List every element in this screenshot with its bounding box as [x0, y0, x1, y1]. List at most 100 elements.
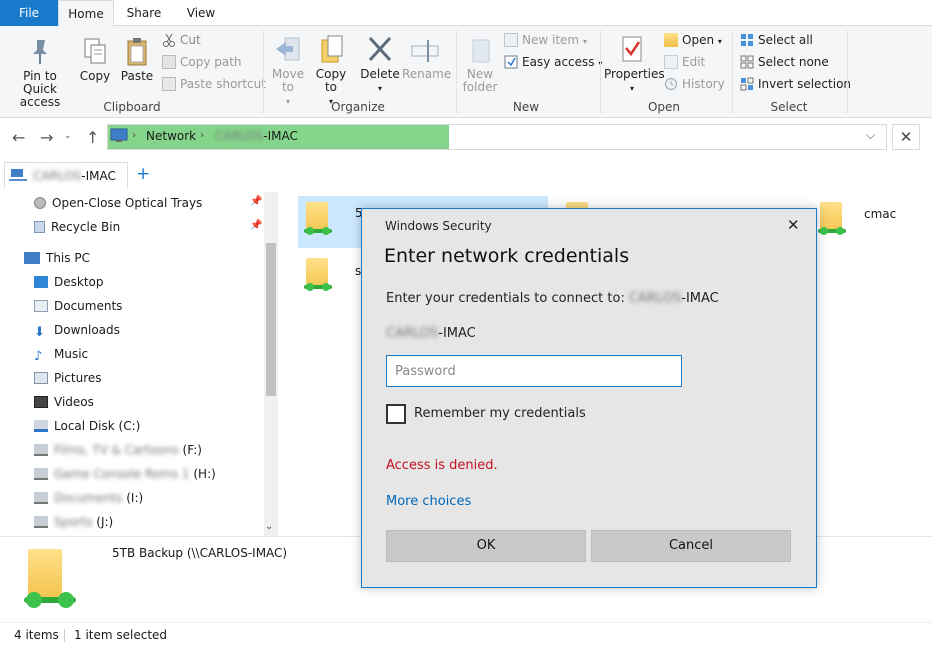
recent-locations-chevron-icon[interactable]: ⌄ [64, 131, 72, 141]
location-tab-label: CARLOS-IMAC [33, 169, 116, 183]
delete-button[interactable]: Delete ▾ [360, 34, 400, 95]
rename-icon [410, 34, 440, 66]
music-note-icon: ♪ [34, 349, 43, 364]
pin-icon[interactable]: 📌 [250, 196, 262, 207]
address-dropdown-chevron-icon[interactable]: ⌵ [866, 128, 875, 143]
dialog-username: CARLOS-IMAC [386, 326, 476, 341]
drive-icon [34, 444, 48, 456]
ribbon-divider [732, 30, 733, 114]
error-message: Access is denied. [386, 458, 498, 473]
dropdown-arrow-icon: ▾ [582, 37, 587, 46]
cut-button[interactable]: Cut [162, 30, 201, 50]
nav-item-label: Music [54, 347, 89, 361]
drive-icon [34, 516, 48, 528]
nav-item-pictures[interactable]: Pictures [34, 366, 102, 390]
selection-count: 1 item selected [74, 628, 168, 642]
open-button[interactable]: Open ▾ [664, 30, 722, 50]
edit-button[interactable]: Edit [664, 52, 705, 72]
nav-item-local-disk[interactable]: Local Disk (C:) [34, 414, 140, 438]
pictures-icon [34, 372, 48, 384]
dropdown-arrow-icon: ▾ [377, 84, 382, 93]
paste-shortcut-button[interactable]: Paste shortcut [162, 74, 266, 94]
film-icon [34, 396, 48, 408]
easy-access-button[interactable]: Easy access ▾ [504, 52, 602, 72]
nav-item-label: Desktop [54, 275, 104, 289]
copy-path-button[interactable]: Copy path [162, 52, 242, 72]
location-tab[interactable]: CARLOS-IMAC [4, 162, 128, 188]
tab-view[interactable]: View [176, 0, 226, 26]
nav-item-drive-h[interactable]: Game Console Roms 1 (H:) [34, 462, 216, 486]
nav-item-recycle-bin[interactable]: Recycle Bin [34, 215, 120, 239]
ribbon: Pin to Quick access Copy Paste Cut Copy … [0, 26, 932, 118]
network-folder-icon[interactable] [302, 256, 334, 300]
forward-arrow-icon[interactable]: → [40, 128, 53, 147]
invert-selection-button[interactable]: Invert selection [740, 74, 851, 94]
computer-icon [24, 252, 40, 264]
pin-quick-access-button[interactable]: Pin to Quick access [6, 36, 74, 109]
breadcrumb-host[interactable]: CARLOS-IMAC [215, 129, 298, 143]
select-all-button[interactable]: Select all [740, 30, 813, 50]
nav-item-music[interactable]: ♪ Music [34, 342, 88, 366]
dropdown-arrow-icon: ▾ [285, 97, 290, 106]
select-none-button[interactable]: Select none [740, 52, 829, 72]
network-folder-icon[interactable] [816, 200, 848, 244]
nav-item-downloads[interactable]: ⬇ Downloads [34, 318, 120, 342]
windows-drive-icon [34, 420, 48, 432]
nav-item-desktop[interactable]: Desktop [34, 270, 104, 294]
rename-button[interactable]: Rename [402, 34, 451, 81]
open-folder-icon [664, 33, 678, 47]
select-none-icon [740, 55, 754, 69]
ok-button[interactable]: OK [386, 530, 586, 562]
back-arrow-icon[interactable]: ← [12, 128, 25, 147]
remember-credentials-checkbox[interactable] [386, 404, 406, 424]
dialog-heading: Enter network credentials [384, 245, 630, 267]
move-to-button[interactable]: Move to ▾ [270, 34, 306, 108]
nav-item-videos[interactable]: Videos [34, 390, 94, 414]
up-arrow-icon[interactable]: ↑ [86, 128, 99, 147]
ribbon-tabs: File Home Share View [0, 0, 932, 27]
scrollbar-thumb[interactable] [266, 243, 276, 396]
easy-access-label: Easy access [522, 55, 595, 69]
network-folder-icon [22, 545, 78, 617]
edit-label: Edit [682, 55, 706, 69]
paste-button[interactable]: Paste [118, 36, 156, 83]
properties-button[interactable]: Properties ▾ [604, 34, 665, 95]
copy-button[interactable]: Copy [78, 36, 112, 83]
tab-home[interactable]: Home [58, 0, 114, 27]
add-tab-button[interactable]: + [136, 164, 150, 184]
history-button[interactable]: History [664, 74, 725, 94]
pin-icon[interactable]: 📌 [250, 220, 262, 231]
nav-item-optical-trays[interactable]: Open-Close Optical Trays [34, 191, 202, 215]
close-icon[interactable]: ✕ [787, 216, 800, 234]
tab-file[interactable]: File [0, 0, 58, 26]
close-icon[interactable]: ✕ [892, 124, 920, 150]
nav-item-label: Pictures [54, 371, 102, 385]
new-folder-button[interactable]: New folder [460, 34, 500, 94]
drive-letter: (F:) [182, 443, 202, 457]
drive-letter: (J:) [96, 515, 114, 529]
new-item-label: New item [522, 33, 580, 47]
nav-item-this-pc[interactable]: This PC [24, 246, 90, 270]
copy-to-button[interactable]: Copy to ▾ [312, 34, 350, 108]
nav-item-drive-f[interactable]: Films, TV & Cartoons (F:) [34, 438, 202, 462]
tab-share[interactable]: Share [118, 0, 170, 26]
open-group-label: Open [647, 100, 681, 114]
password-field[interactable] [386, 355, 682, 387]
optical-disc-icon [34, 197, 46, 209]
network-folder-icon[interactable] [302, 200, 334, 244]
host-suffix: -IMAC [81, 169, 116, 183]
nav-item-drive-j[interactable]: Sports (J:) [34, 510, 113, 534]
clipboard-group-label: Clipboard [103, 100, 161, 114]
history-clock-icon [664, 77, 678, 91]
cancel-button[interactable]: Cancel [591, 530, 791, 562]
scroll-down-arrow-icon[interactable]: ⌄ [265, 521, 273, 532]
nav-item-documents[interactable]: Documents [34, 294, 122, 318]
new-item-button[interactable]: New item ▾ [504, 30, 587, 50]
content-item-label[interactable]: cmac [864, 207, 896, 221]
scissors-icon [162, 33, 176, 47]
status-divider [64, 629, 65, 642]
nav-item-drive-i[interactable]: Documents (I:) [34, 486, 143, 510]
breadcrumb-network[interactable]: Network [146, 129, 196, 143]
more-choices-link[interactable]: More choices [386, 494, 471, 509]
paste-shortcut-label: Paste shortcut [180, 77, 266, 91]
